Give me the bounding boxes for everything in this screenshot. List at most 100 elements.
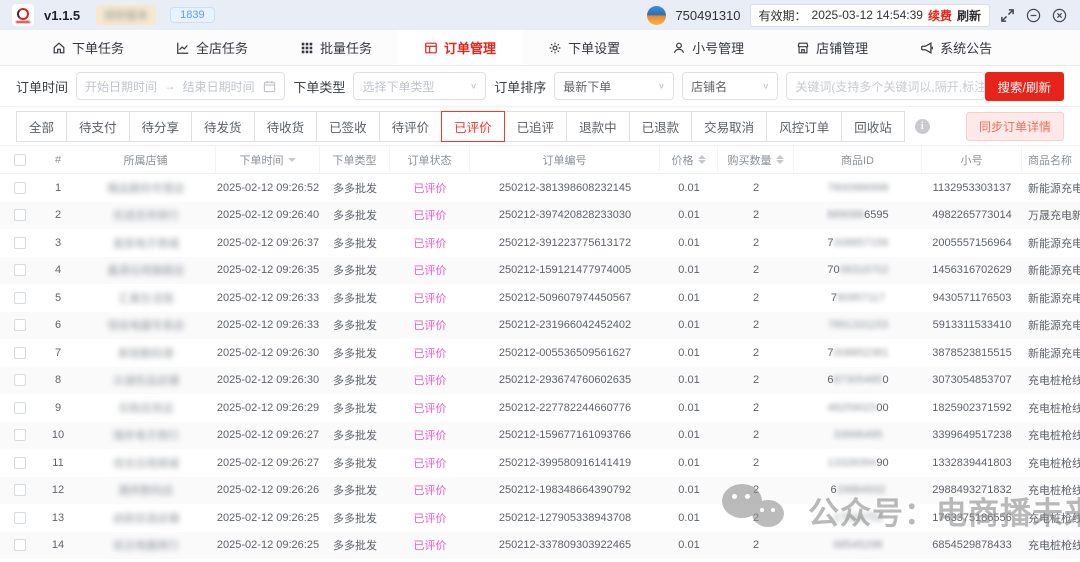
status-tab[interactable]: 待分享 [129, 111, 193, 142]
order-type: 多多批发 [333, 455, 377, 471]
product-id-cell: 7008857156 [794, 229, 922, 257]
sort-select[interactable]: 最新下单 ∨ [554, 72, 674, 100]
row-index-cell: 8 [40, 367, 76, 395]
row-checkbox[interactable] [14, 292, 26, 304]
price: 0.01 [678, 457, 699, 469]
row-checkbox[interactable] [14, 374, 26, 386]
order-status: 已评价 [414, 510, 447, 526]
quantity: 2 [753, 182, 759, 194]
buyer-account-cell: 2988493271832 [922, 477, 1022, 505]
quantity-cell: 2 [718, 394, 794, 422]
select-all-checkbox[interactable] [14, 154, 26, 166]
price-cell: 0.01 [660, 339, 718, 367]
row-checkbox[interactable] [14, 264, 26, 276]
date-start-placeholder: 开始日期时间 [85, 78, 157, 95]
row-index-cell: 3 [40, 229, 76, 257]
status-tab[interactable]: 回收站 [841, 111, 905, 142]
nav-item-gear[interactable]: 下单设置 [522, 30, 646, 65]
minimize-icon[interactable] [1025, 7, 1042, 24]
status-tab[interactable]: 待评价 [379, 111, 443, 142]
price-cell: 0.01 [660, 257, 718, 285]
buyer-account: 9430571176503 [933, 292, 1012, 304]
nav-item-user[interactable]: 小号管理 [646, 30, 770, 65]
buyer-account: 1763375186556 [932, 512, 1012, 524]
row-checkbox[interactable] [14, 429, 26, 441]
order-management-app: { "colors": { "accent_red": "#e7231a", "… [0, 0, 1080, 562]
row-checkbox[interactable] [14, 402, 26, 414]
title-bar: v1.1.5 授权版本 1839 750491310 有效期： 2025-03-… [0, 0, 1080, 30]
close-icon[interactable] [1051, 7, 1068, 24]
price: 0.01 [678, 319, 699, 331]
user-avatar[interactable] [647, 6, 666, 25]
status-tab[interactable]: 已签收 [316, 111, 380, 142]
row-checkbox[interactable] [14, 182, 26, 194]
order-type: 多多批发 [333, 180, 377, 196]
order-time: 2025-02-12 09:26:52 [217, 182, 319, 194]
column-header: # [40, 146, 76, 173]
nav-item-table[interactable]: 订单管理 [398, 30, 522, 65]
quantity-cell: 2 [718, 477, 794, 505]
product-id-blurred: 29884932 [837, 484, 886, 496]
nav-item-shop[interactable]: 店铺管理 [770, 30, 894, 65]
price: 0.01 [678, 374, 699, 386]
quantity: 2 [753, 429, 759, 441]
nav-item-chart[interactable]: 全店任务 [150, 30, 274, 65]
status-tab[interactable]: 待支付 [66, 111, 130, 142]
sort-icon[interactable] [288, 158, 296, 162]
keyword-input[interactable]: 关键词(支持多个关键词以,隔开,标注模糊的不 [786, 72, 984, 100]
status-tab[interactable]: 已退款 [629, 111, 693, 142]
row-checkbox[interactable] [14, 319, 26, 331]
status-tab[interactable]: 交易取消 [691, 111, 767, 142]
order-type-cell: 多多批发 [320, 422, 390, 450]
refresh-link[interactable]: 刷新 [957, 7, 981, 24]
row-checkbox[interactable] [14, 347, 26, 359]
price: 0.01 [678, 292, 699, 304]
status-tab[interactable]: 已评价 [441, 111, 505, 142]
order-number-cell: 250212-509607974450567 [470, 284, 660, 312]
row-checkbox-cell [0, 284, 40, 312]
fullscreen-icon[interactable] [999, 7, 1016, 24]
status-tab[interactable]: 风控订单 [766, 111, 842, 142]
order-status: 已评价 [414, 537, 447, 553]
price-cell: 0.01 [660, 284, 718, 312]
row-checkbox[interactable] [14, 539, 26, 551]
order-type: 多多批发 [333, 482, 377, 498]
buyer-account-cell: 3399649517238 [922, 422, 1022, 450]
row-checkbox[interactable] [14, 457, 26, 469]
sort-icon[interactable] [776, 155, 784, 164]
nav-item-home[interactable]: 下单任务 [26, 30, 150, 65]
date-range-input[interactable]: 开始日期时间 → 结束日期时间 [76, 72, 285, 100]
row-checkbox[interactable] [14, 484, 26, 496]
order-type-cell: 多多批发 [320, 312, 390, 340]
order-number-cell: 250212-127905338943708 [470, 504, 660, 532]
column-header-label: 下单类型 [333, 152, 377, 168]
search-refresh-button[interactable]: 搜索/刷新 [985, 72, 1064, 101]
row-index-cell: 2 [40, 202, 76, 230]
sync-order-details-button[interactable]: 同步订单详情 [966, 112, 1064, 141]
status-tab[interactable]: 全部 [16, 111, 67, 142]
sort-icon[interactable] [698, 155, 706, 164]
nav-item-grid[interactable]: 批量任务 [274, 30, 398, 65]
order-time-cell: 2025-02-12 09:26:52 [216, 174, 320, 202]
chart-icon [176, 41, 190, 55]
nav-item-horn[interactable]: 系统公告 [894, 30, 1018, 65]
row-index: 2 [55, 209, 61, 221]
status-tab[interactable]: 待发货 [191, 111, 255, 142]
row-checkbox[interactable] [14, 237, 26, 249]
row-checkbox-cell [0, 257, 40, 285]
status-tab[interactable]: 退款中 [566, 111, 630, 142]
row-checkbox[interactable] [14, 512, 26, 524]
renew-link[interactable]: 续费 [928, 7, 952, 24]
order-type-select[interactable]: 选择下单类型 ∨ [353, 72, 486, 100]
row-checkbox[interactable] [14, 209, 26, 221]
order-number: 250212-399580916141419 [499, 457, 631, 469]
order-status-cell: 已评价 [390, 229, 470, 257]
order-status: 已评价 [414, 400, 447, 416]
status-tab[interactable]: 已追评 [504, 111, 568, 142]
buyer-account: 5913311533410 [933, 319, 1012, 331]
shop-field-select[interactable]: 店铺名 ∨ [682, 72, 778, 100]
status-tab[interactable]: 待收货 [254, 111, 318, 142]
info-icon[interactable]: i [915, 119, 930, 134]
order-status: 已评价 [414, 427, 447, 443]
store-name-blurred: 众诚优品店铺 [113, 372, 179, 388]
